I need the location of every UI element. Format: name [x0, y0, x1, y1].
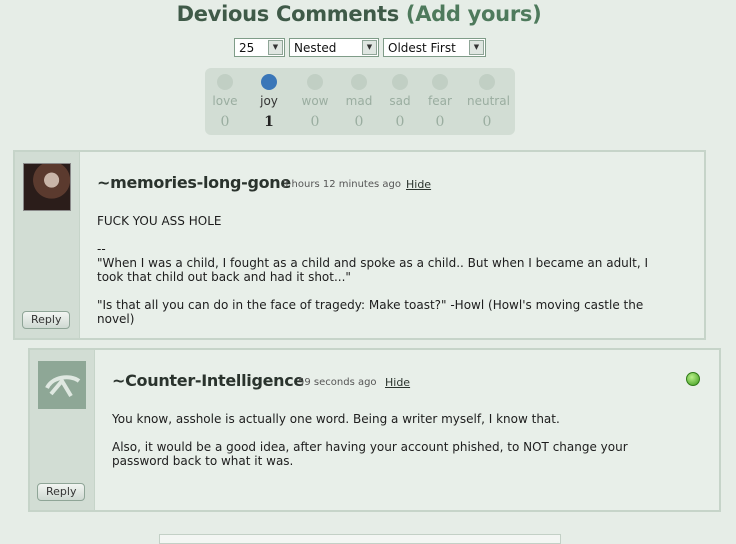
mood-label: wow [301, 94, 329, 108]
reply-button[interactable]: Reply [37, 483, 86, 501]
comment-text: You know, asshole is actually one word. … [112, 412, 628, 468]
comment-body: ~Counter-Intelligence 59 seconds ago Hid… [94, 350, 719, 510]
comment-time: 3 hours 12 minutes ago [282, 179, 401, 190]
mood-love[interactable]: love 0 [205, 74, 245, 130]
mood-sad[interactable]: sad 0 [380, 74, 420, 130]
mood-bar: love 0 joy 1 wow 0 mad 0 sad 0 fear 0 ne… [205, 68, 515, 135]
view-mode-select[interactable]: Nested ▼ [289, 38, 379, 57]
comment-author[interactable]: ~memories-long-gone [97, 173, 291, 192]
mood-count: 0 [395, 114, 405, 130]
mood-label: neutral [467, 94, 510, 108]
mood-neutral[interactable]: neutral 0 [467, 74, 510, 130]
comment-body: ~memories-long-gone 3 hours 12 minutes a… [79, 152, 704, 338]
avatar[interactable] [23, 163, 71, 211]
mood-joy[interactable]: joy 1 [249, 74, 289, 130]
mood-count: 0 [220, 114, 230, 130]
comments-title: Devious Comments [176, 2, 400, 26]
mood-label: fear [428, 94, 452, 108]
hide-link[interactable]: Hide [406, 178, 431, 191]
joy-icon [261, 74, 277, 90]
mood-label: joy [260, 94, 278, 108]
page-title: Devious Comments (Add yours) [0, 2, 718, 26]
fear-icon [432, 74, 448, 90]
mood-fear[interactable]: fear 0 [420, 74, 460, 130]
chevron-down-icon[interactable]: ▼ [362, 40, 377, 55]
neutral-icon [479, 74, 495, 90]
sort-order-select[interactable]: Oldest First ▼ [383, 38, 486, 57]
sort-order-value: Oldest First [388, 41, 456, 55]
mood-mad[interactable]: mad 0 [339, 74, 379, 130]
deviantart-logo-icon [45, 375, 81, 398]
comment-author[interactable]: ~Counter-Intelligence [112, 371, 304, 390]
wow-icon [307, 74, 323, 90]
comment-time: 59 seconds ago [298, 377, 377, 388]
comment: Reply ~memories-long-gone 3 hours 12 min… [13, 150, 706, 340]
online-status-icon[interactable] [686, 372, 700, 386]
mad-icon [351, 74, 367, 90]
sad-icon [392, 74, 408, 90]
mood-count: 1 [264, 114, 274, 130]
comment-reply: Reply ~Counter-Intelligence 59 seconds a… [28, 348, 721, 512]
chevron-down-icon[interactable]: ▼ [469, 40, 484, 55]
hide-link[interactable]: Hide [385, 376, 410, 389]
mood-label: mad [345, 94, 373, 108]
add-comment-link[interactable]: (Add yours) [406, 2, 542, 26]
per-page-select[interactable]: 25 ▼ [234, 38, 285, 57]
mood-label: love [212, 94, 238, 108]
per-page-value: 25 [239, 41, 255, 55]
chevron-down-icon[interactable]: ▼ [268, 40, 283, 55]
mood-count: 0 [482, 114, 492, 130]
mood-count: 0 [310, 114, 320, 130]
reply-button[interactable]: Reply [22, 311, 71, 329]
comment-input-box[interactable] [159, 534, 561, 544]
avatar[interactable] [38, 361, 86, 409]
mood-count: 0 [435, 114, 445, 130]
view-mode-value: Nested [294, 41, 337, 55]
mood-wow[interactable]: wow 0 [295, 74, 335, 130]
love-icon [217, 74, 233, 90]
comment-text: FUCK YOU ASS HOLE -- "When I was a child… [97, 214, 648, 326]
mood-count: 0 [354, 114, 364, 130]
mood-label: sad [389, 94, 411, 108]
